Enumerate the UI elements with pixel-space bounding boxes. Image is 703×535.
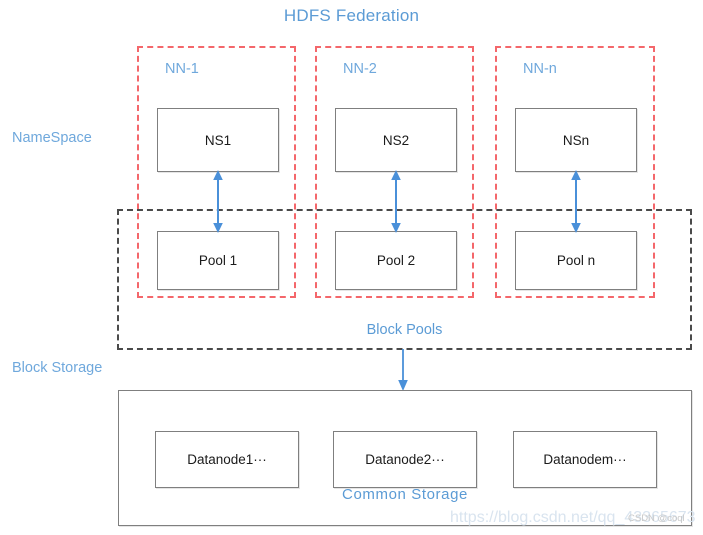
datanode-box-2: Datanode2··· <box>333 431 477 488</box>
namespace-box-ns2: NS2 <box>335 108 457 172</box>
pool-box-pool-2: Pool 2 <box>335 231 457 290</box>
pool-box-pool-1: Pool 1 <box>157 231 279 290</box>
block-pools-label: Block Pools <box>366 322 443 338</box>
datanode-box-1: Datanode1··· <box>155 431 299 488</box>
bidirectional-arrow-icon-2 <box>391 170 401 233</box>
namenode-label-nn-1: NN-1 <box>165 61 199 77</box>
bidirectional-arrow-icon-n <box>571 170 581 233</box>
down-arrow-icon <box>398 349 408 391</box>
page-title: HDFS Federation <box>283 6 420 25</box>
datanode-box-m: Datanodem··· <box>513 431 657 488</box>
namenode-label-nn-2: NN-2 <box>343 61 377 77</box>
hdfs-federation-diagram: HDFS Federation NameSpace Block Storage … <box>0 0 703 535</box>
pool-box-pool-n: Pool n <box>515 231 637 290</box>
namespace-box-ns1: NS1 <box>157 108 279 172</box>
common-storage-label: Common Storage <box>342 486 468 503</box>
bidirectional-arrow-icon-1 <box>213 170 223 233</box>
namenode-label-nn-n: NN-n <box>523 61 557 77</box>
label-block-storage: Block Storage <box>12 360 103 376</box>
namespace-box-nsn: NSn <box>515 108 637 172</box>
label-namespace: NameSpace <box>12 130 92 146</box>
